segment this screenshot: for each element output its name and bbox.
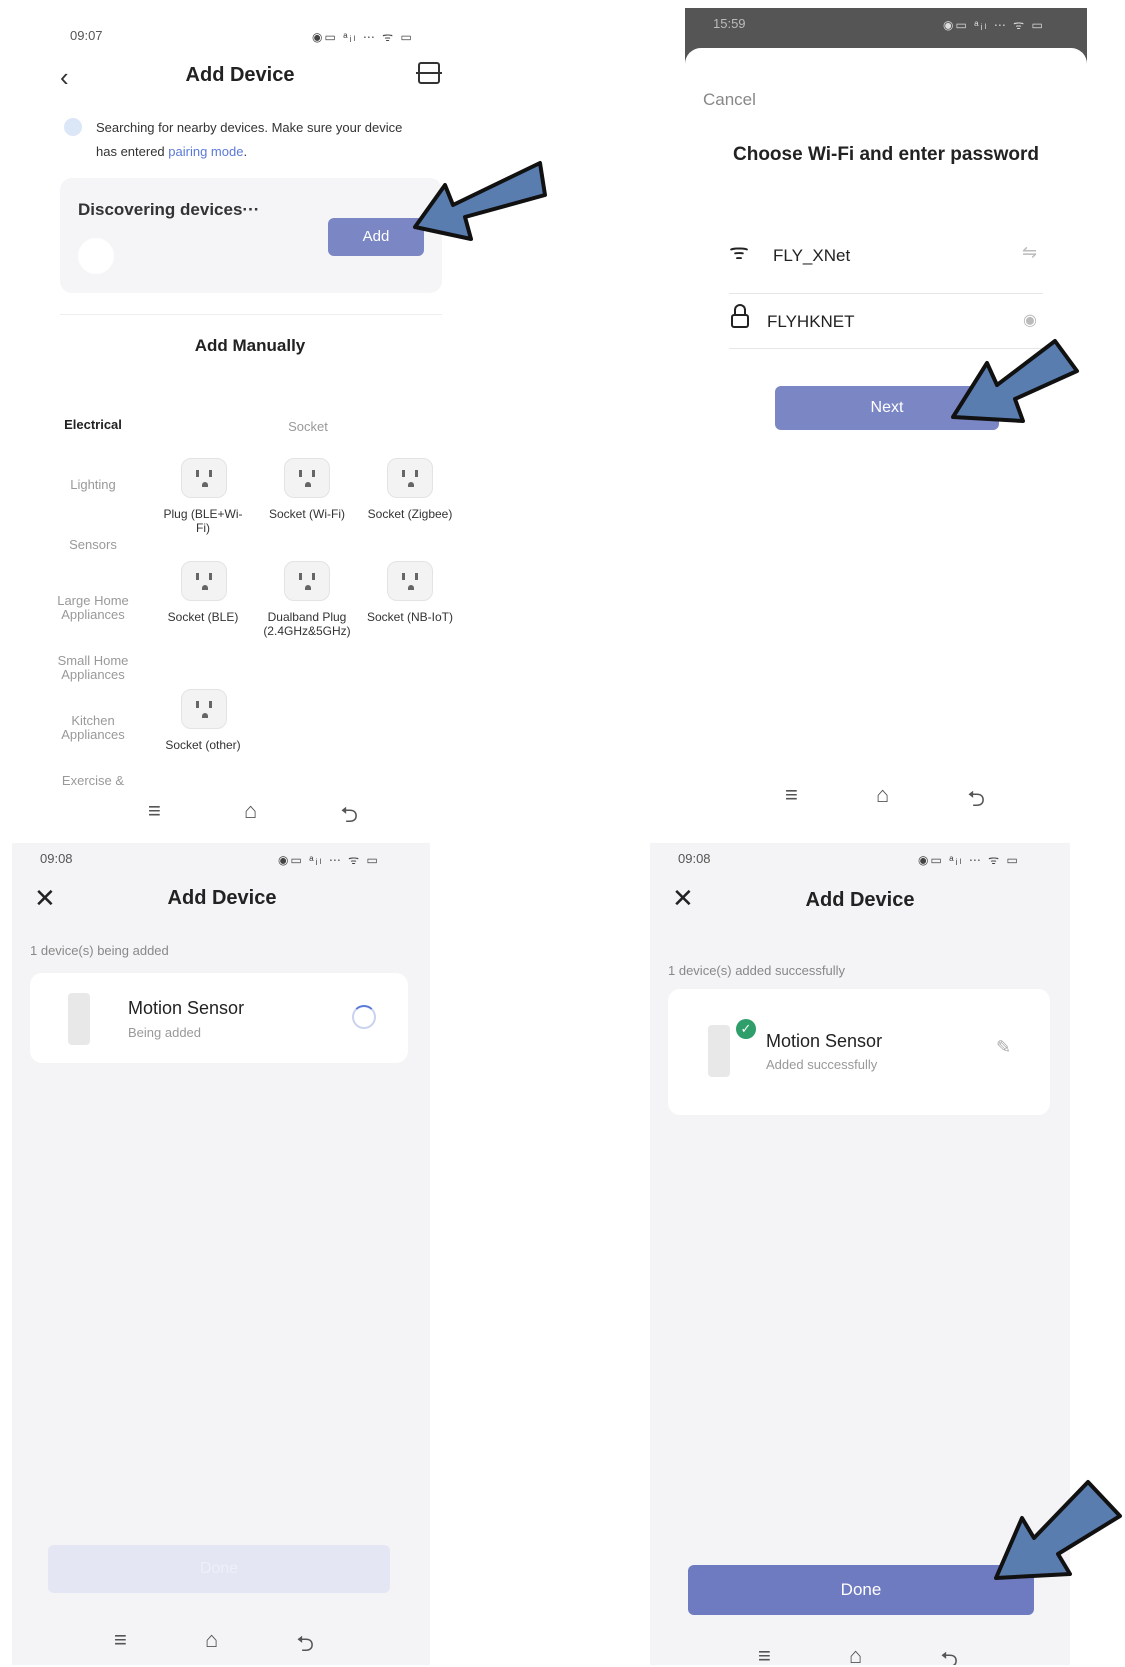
scan-line [416,72,442,74]
system-nav-bar: ≡ ⌂ ⮌ [785,782,985,820]
plug-ble-wifi-icon[interactable] [181,458,227,498]
panel-add-device-search: 09:07 ◉▭ ᵃᵢₗ ⋯ ᯤ ▭ ‹ Add Device Searchin… [40,10,460,825]
device-label: Dualband Plug (2.4GHz&5GHz) [263,610,351,638]
device-status: Being added [128,1025,202,1040]
category-electrical[interactable]: Electrical [48,418,138,432]
device-label: Socket (BLE) [167,610,239,624]
device-label: Socket (other) [165,738,241,752]
divider [60,314,442,315]
home-icon[interactable]: ⌂ [876,782,889,820]
back-icon[interactable]: ‹ [60,62,69,93]
category-sensors[interactable]: Sensors [48,538,138,552]
wifi-title: Choose Wi-Fi and enter password [733,144,1039,165]
device-status: Added successfully [766,1057,878,1072]
home-icon[interactable]: ⌂ [244,798,257,825]
category-header-socket: Socket [288,419,328,434]
device-label: Socket (NB-IoT) [366,610,453,624]
search-hint-text: Searching for nearby devices. Make sure … [96,120,403,159]
pairing-mode-link[interactable]: pairing mode [168,144,243,159]
motion-sensor-icon [708,1025,730,1077]
status-time: 09:08 [678,851,711,866]
done-button-disabled[interactable]: Done [48,1545,390,1593]
switch-network-icon[interactable]: ⇋ [1022,242,1037,263]
socket-ble-icon[interactable] [181,561,227,601]
adding-status-text: 1 device(s) being added [30,943,169,958]
discovering-label: Discovering devices··· [78,200,260,219]
dualband-plug-icon[interactable] [284,561,330,601]
show-password-icon[interactable]: ◉ [1023,310,1037,330]
back-nav-icon[interactable]: ⮌ [940,1643,958,1665]
device-label: Plug (BLE+Wi-Fi) [163,507,243,535]
device-name: Motion Sensor [766,1031,883,1051]
back-nav-icon[interactable]: ⮌ [296,1627,314,1665]
cancel-button[interactable]: Cancel [703,90,756,110]
page-title: Add Device [805,889,915,911]
close-icon[interactable]: ✕ [34,883,56,914]
added-status-text: 1 device(s) added successfully [668,963,846,978]
socket-zigbee-icon[interactable] [387,458,433,498]
system-nav-bar: ≡ ⌂ ⮌ [114,1627,314,1665]
pointer-arrow-3 [994,1480,1122,1580]
device-label: Socket (Zigbee) [367,507,453,521]
device-label: Socket (Wi-Fi) [269,507,345,521]
socket-nb-iot-icon[interactable] [387,561,433,601]
password-field[interactable]: FLYHKNET [767,312,855,332]
ssid-field[interactable]: FLY_XNet [773,246,850,266]
home-icon[interactable]: ⌂ [849,1643,862,1665]
home-icon[interactable]: ⌂ [205,1627,218,1665]
category-lighting[interactable]: Lighting [48,478,138,492]
lock-shackle [734,304,746,316]
category-exercise[interactable]: Exercise & [48,774,138,788]
category-large-home-appliances[interactable]: Large Home Appliances [48,594,138,622]
discovered-device-icon[interactable] [78,238,114,274]
back-nav-icon[interactable]: ⮌ [967,782,985,820]
status-time: 09:07 [70,28,103,43]
socket-wifi-icon[interactable] [284,458,330,498]
device-card: Motion Sensor Being added [30,973,408,1063]
category-kitchen-appliances[interactable]: Kitchen Appliances [48,714,138,742]
edit-pencil-icon[interactable]: ✎ [996,1037,1011,1058]
category-small-home-appliances[interactable]: Small Home Appliances [48,654,138,682]
page-title: Add Device [185,64,295,86]
done-button[interactable]: Done [688,1565,1034,1615]
search-hint: Searching for nearby devices. Make sure … [96,116,416,164]
system-nav-bar: ≡ ⌂ ⮌ [758,1643,958,1665]
success-check-icon: ✓ [736,1019,756,1039]
wifi-icon: ᯤ [729,239,750,264]
menu-icon[interactable]: ≡ [785,782,798,820]
back-nav-icon[interactable]: ⮌ [340,798,358,825]
device-name: Motion Sensor [128,998,245,1018]
pointer-arrow-1 [413,161,547,241]
status-time: 09:08 [40,851,73,866]
panel-device-adding: 09:08 ◉▭ ᵃᵢₗ ⋯ ᯤ ▭ ✕ Add Device 1 device… [12,843,430,1665]
status-icons: ◉▭ ᵃᵢₗ ⋯ ᯤ ▭ [312,30,414,44]
pointer-arrow-2 [951,339,1079,423]
search-spinner-icon [64,118,82,136]
menu-icon[interactable]: ≡ [114,1627,127,1665]
device-card: ✓ Motion Sensor Added successfully ✎ [668,989,1050,1115]
add-manually-heading: Add Manually [194,336,306,355]
loading-spinner-icon [352,1005,376,1029]
system-nav-bar: ≡ ⌂ ⮌ [148,798,358,825]
page-title: Add Device [167,887,277,909]
socket-other-icon[interactable] [181,689,227,729]
menu-icon[interactable]: ≡ [758,1643,771,1665]
menu-icon[interactable]: ≡ [148,798,161,825]
status-icons: ◉▭ ᵃᵢₗ ⋯ ᯤ ▭ [918,853,1020,867]
status-time: 15:59 [713,16,746,31]
discovery-card: Discovering devices··· Add [60,178,442,293]
motion-sensor-icon [68,993,90,1045]
close-icon[interactable]: ✕ [672,883,694,914]
lock-icon [731,314,749,328]
search-hint-end: . [243,144,248,159]
status-icons: ◉▭ ᵃᵢₗ ⋯ ᯤ ▭ [278,853,380,867]
status-icons: ◉▭ ᵃᵢₗ ⋯ ᯤ ▭ [943,18,1045,32]
field-divider [729,293,1043,294]
